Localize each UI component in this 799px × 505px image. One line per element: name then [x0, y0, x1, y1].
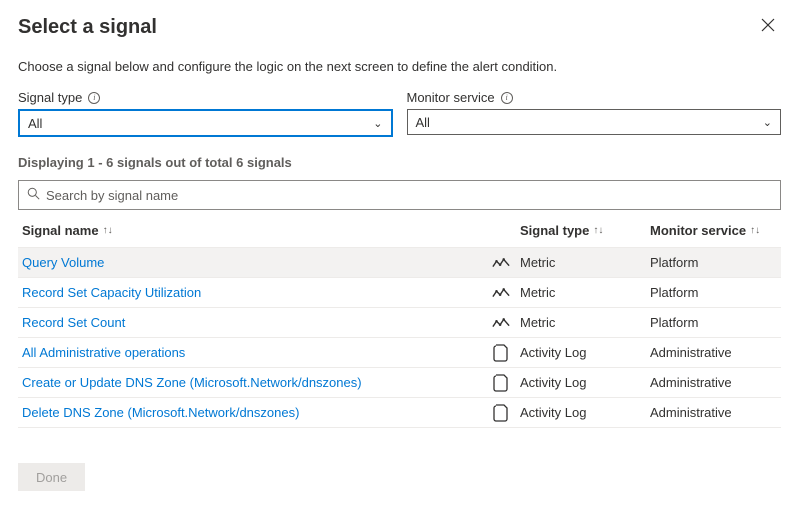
close-icon	[761, 18, 775, 32]
sort-icon: ↑↓	[593, 225, 603, 236]
signal-name-link[interactable]: Record Set Count	[22, 315, 125, 330]
signal-name-link[interactable]: Create or Update DNS Zone (Microsoft.Net…	[22, 375, 362, 390]
monitor-service-cell: Administrative	[650, 405, 732, 420]
signal-type-dropdown[interactable]: All ⌄	[18, 109, 393, 137]
activity-log-icon	[482, 404, 520, 422]
search-box[interactable]	[18, 180, 781, 210]
table-row[interactable]: Record Set Capacity Utilization Metric Pla…	[18, 278, 781, 308]
table-row[interactable]: Query Volume Metric Platform	[18, 248, 781, 278]
signal-type-cell: Activity Log	[520, 405, 586, 420]
signal-type-cell: Activity Log	[520, 375, 586, 390]
column-header-type[interactable]: Signal type ↑↓	[520, 223, 650, 238]
signal-type-cell: Metric	[520, 255, 555, 270]
signal-type-cell: Activity Log	[520, 345, 586, 360]
table-row[interactable]: Delete DNS Zone (Microsoft.Network/dnszo…	[18, 398, 781, 428]
table-row[interactable]: All Administrative operations Activity Lo…	[18, 338, 781, 368]
monitor-service-dropdown[interactable]: All ⌄	[407, 109, 782, 135]
chevron-down-icon: ⌄	[373, 117, 382, 130]
dialog-description: Choose a signal below and configure the …	[18, 59, 781, 74]
metric-icon	[482, 286, 520, 300]
signal-type-label: Signal type	[18, 90, 82, 105]
close-button[interactable]	[755, 16, 781, 39]
info-icon[interactable]: i	[88, 92, 100, 104]
table-row[interactable]: Create or Update DNS Zone (Microsoft.Net…	[18, 368, 781, 398]
monitor-service-cell: Platform	[650, 255, 698, 270]
signal-name-link[interactable]: All Administrative operations	[22, 345, 185, 360]
signals-table: Signal name ↑↓ Signal type ↑↓ Monitor se…	[18, 214, 781, 428]
signal-name-link[interactable]: Delete DNS Zone (Microsoft.Network/dnszo…	[22, 405, 299, 420]
signal-type-value: All	[28, 116, 42, 131]
column-service-label: Monitor service	[650, 223, 746, 238]
metric-icon	[482, 316, 520, 330]
monitor-service-cell: Platform	[650, 285, 698, 300]
sort-icon: ↑↓	[750, 225, 760, 236]
signal-type-cell: Metric	[520, 285, 555, 300]
signal-type-cell: Metric	[520, 315, 555, 330]
signal-name-link[interactable]: Record Set Capacity Utilization	[22, 285, 201, 300]
monitor-service-value: All	[416, 115, 430, 130]
result-count: Displaying 1 - 6 signals out of total 6 …	[18, 155, 781, 170]
monitor-service-cell: Platform	[650, 315, 698, 330]
activity-log-icon	[482, 344, 520, 362]
dialog-title: Select a signal	[18, 16, 157, 39]
monitor-service-cell: Administrative	[650, 375, 732, 390]
monitor-service-label: Monitor service	[407, 90, 495, 105]
table-row[interactable]: Record Set Count Metric Platform	[18, 308, 781, 338]
sort-icon: ↑↓	[103, 225, 113, 236]
search-icon	[27, 187, 40, 203]
column-header-name[interactable]: Signal name ↑↓	[22, 223, 482, 238]
done-button[interactable]: Done	[18, 463, 85, 491]
chevron-down-icon: ⌄	[763, 116, 772, 129]
metric-icon	[482, 256, 520, 270]
search-input[interactable]	[46, 188, 772, 203]
signal-name-link[interactable]: Query Volume	[22, 255, 104, 270]
column-type-label: Signal type	[520, 223, 589, 238]
info-icon[interactable]: i	[501, 92, 513, 104]
activity-log-icon	[482, 374, 520, 392]
column-header-service[interactable]: Monitor service ↑↓	[650, 223, 777, 238]
column-name-label: Signal name	[22, 223, 99, 238]
monitor-service-cell: Administrative	[650, 345, 732, 360]
